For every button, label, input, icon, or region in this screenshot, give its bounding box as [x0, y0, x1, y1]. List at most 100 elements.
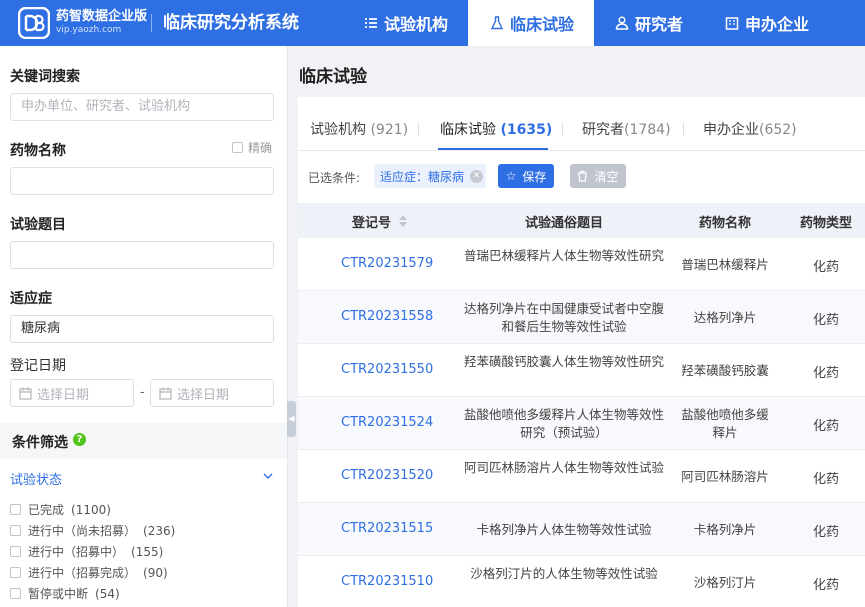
table-header: 登记号 试验通俗题目 药物名称 药物类型 [298, 203, 865, 238]
reg-no-link[interactable]: CTR20231579 [341, 256, 433, 271]
clear-button[interactable]: 清空 [570, 164, 626, 188]
brand-name: 药智数据企业版 [56, 9, 148, 24]
tab-count: (1635) [500, 122, 553, 138]
chevron-down-icon[interactable] [262, 470, 274, 482]
drug-name-cell: 普瑞巴林缓释片 [681, 257, 769, 272]
table-row: CTR20231558 达格列净片在中国健康受试者中空腹和餐后生物等效性试验 达… [298, 291, 865, 344]
drug-type-cell: 化药 [812, 525, 839, 540]
logo-icon [18, 7, 50, 39]
keyword-search-input[interactable]: 申办单位、研究者、试验机构 [10, 93, 274, 121]
status-option-label: 进行中（招募完成） [28, 566, 137, 580]
tab-divider [298, 150, 865, 151]
status-option-not-recruiting[interactable]: 进行中（尚未招募） (236) [10, 522, 175, 539]
drug-type-cell: 化药 [812, 313, 839, 328]
keyword-label: 关键词搜索 [10, 69, 80, 85]
building-icon [725, 17, 739, 30]
reg-no-link[interactable]: CTR20231524 [341, 415, 433, 430]
drug-type-cell: 化药 [812, 419, 839, 434]
filter-title: 条件筛选 [12, 435, 68, 451]
list-icon [365, 18, 377, 28]
drug-name-label: 药物名称 [10, 143, 66, 159]
drug-name-input[interactable] [10, 167, 274, 195]
header-trial-title: 试验通俗题目 [525, 216, 604, 231]
nav-trial-institutions[interactable]: 试验机构 [364, 0, 448, 46]
status-option-count: (155) [131, 544, 164, 559]
tab-label: 申办企业 [703, 122, 759, 138]
clear-button-label: 清空 [594, 169, 619, 184]
drug-type-cell: 化药 [812, 472, 839, 487]
tab-count: (652) [759, 122, 797, 138]
indication-input[interactable]: 糖尿病 [10, 315, 274, 343]
checkbox-box [10, 504, 21, 515]
status-option-completed[interactable]: 已完成 (1100) [10, 501, 111, 518]
reg-no-link[interactable]: CTR20231558 [341, 309, 433, 324]
tab-researchers[interactable]: 研究者(1784) [582, 119, 671, 139]
trial-title-cell: 阿司匹林肠溶片人体生物等效性试验 [464, 460, 665, 475]
nav-clinical-trials[interactable]: 临床试验 [468, 0, 594, 46]
nav-label: 申办企业 [745, 15, 810, 34]
nav-sponsors[interactable]: 申办企业 [725, 0, 809, 46]
system-title: 临床研究分析系统 [163, 13, 299, 33]
trial-title-label: 试验题目 [10, 217, 66, 233]
sort-icon[interactable] [399, 214, 407, 228]
start-date-input[interactable]: 选择日期 [10, 379, 134, 407]
tab-count: (1784) [624, 122, 671, 138]
results-panel: 试验机构 (921) 临床试验 (1635) 研究者(1784) 申办企业(65… [298, 97, 865, 607]
tab-count: (921) [370, 122, 409, 138]
trial-title-cell: 盐酸他喷他多缓释片人体生物等效性研究（预试验） [464, 407, 665, 440]
tab-label: 试验机构 [310, 122, 366, 138]
start-date-placeholder: 选择日期 [37, 387, 90, 403]
tab-institutions[interactable]: 试验机构 (921) [310, 119, 408, 139]
table-row: CTR20231550 羟苯磺酸钙胶囊人体生物等效性研究 羟苯磺酸钙胶囊 化药 [298, 344, 865, 397]
tab-separator [683, 123, 684, 135]
brand-url: vip.yaozh.com [56, 25, 122, 35]
calendar-icon [159, 387, 172, 400]
help-icon[interactable]: ? [73, 433, 86, 446]
nav-label: 研究者 [635, 15, 684, 34]
nav-label: 试验机构 [384, 15, 449, 34]
brand-divider [151, 14, 152, 32]
checkbox-box [10, 525, 21, 536]
end-date-placeholder: 选择日期 [177, 387, 230, 403]
trial-title-cell: 卡格列净片人体生物等效性试验 [476, 522, 652, 537]
date-separator: - [140, 385, 145, 400]
tab-separator [418, 123, 419, 135]
status-option-label: 进行中（尚未招募） [28, 524, 137, 538]
tab-label: 研究者 [582, 122, 624, 138]
drug-type-cell: 化药 [812, 260, 839, 275]
table-row: CTR20231524 盐酸他喷他多缓释片人体生物等效性研究（预试验） 盐酸他喷… [298, 397, 865, 450]
header-reg-no[interactable]: 登记号 [352, 212, 391, 231]
checkbox-box [10, 588, 21, 599]
trial-title-input[interactable] [10, 241, 274, 269]
condition-tag-label: 适应症：糖尿病 [380, 169, 465, 184]
end-date-input[interactable]: 选择日期 [150, 379, 274, 407]
trial-status-toggle[interactable]: 试验状态 [10, 469, 62, 488]
nav-researchers[interactable]: 研究者 [615, 0, 683, 46]
status-option-recruit-complete[interactable]: 进行中（招募完成） (90) [10, 564, 168, 581]
tab-label: 临床试验 [440, 122, 496, 138]
tab-clinical-trials[interactable]: 临床试验 (1635) [440, 119, 552, 139]
person-icon [615, 16, 629, 30]
condition-tag: 适应症：糖尿病 ✕ [374, 164, 486, 188]
trial-title-cell: 羟苯磺酸钙胶囊人体生物等效性研究 [464, 354, 665, 369]
status-option-recruiting[interactable]: 进行中（招募中） (155) [10, 543, 163, 560]
status-option-count: (90) [143, 565, 168, 580]
reg-no-link[interactable]: CTR20231520 [341, 468, 433, 483]
precise-checkbox[interactable]: 精确 [232, 139, 272, 156]
status-option-count: (236) [143, 523, 176, 538]
reg-no-link[interactable]: CTR20231515 [341, 521, 433, 536]
save-button[interactable]: ☆ 保存 [498, 164, 554, 188]
close-icon[interactable]: ✕ [470, 169, 484, 183]
drug-type-cell: 化药 [812, 578, 839, 593]
drug-name-cell: 阿司匹林肠溶片 [681, 469, 769, 484]
reg-no-link[interactable]: CTR20231550 [341, 362, 433, 377]
tab-sponsors[interactable]: 申办企业(652) [703, 119, 797, 139]
sidebar-collapse-handle[interactable]: ◀ [287, 401, 296, 437]
tab-separator [562, 123, 563, 135]
status-option-count: (1100) [71, 502, 111, 517]
trash-icon [578, 170, 588, 182]
checkbox-box [10, 546, 21, 557]
flask-icon [490, 16, 504, 30]
reg-no-link[interactable]: CTR20231510 [341, 574, 433, 589]
status-option-suspended[interactable]: 暂停或中断 (54) [10, 585, 120, 602]
